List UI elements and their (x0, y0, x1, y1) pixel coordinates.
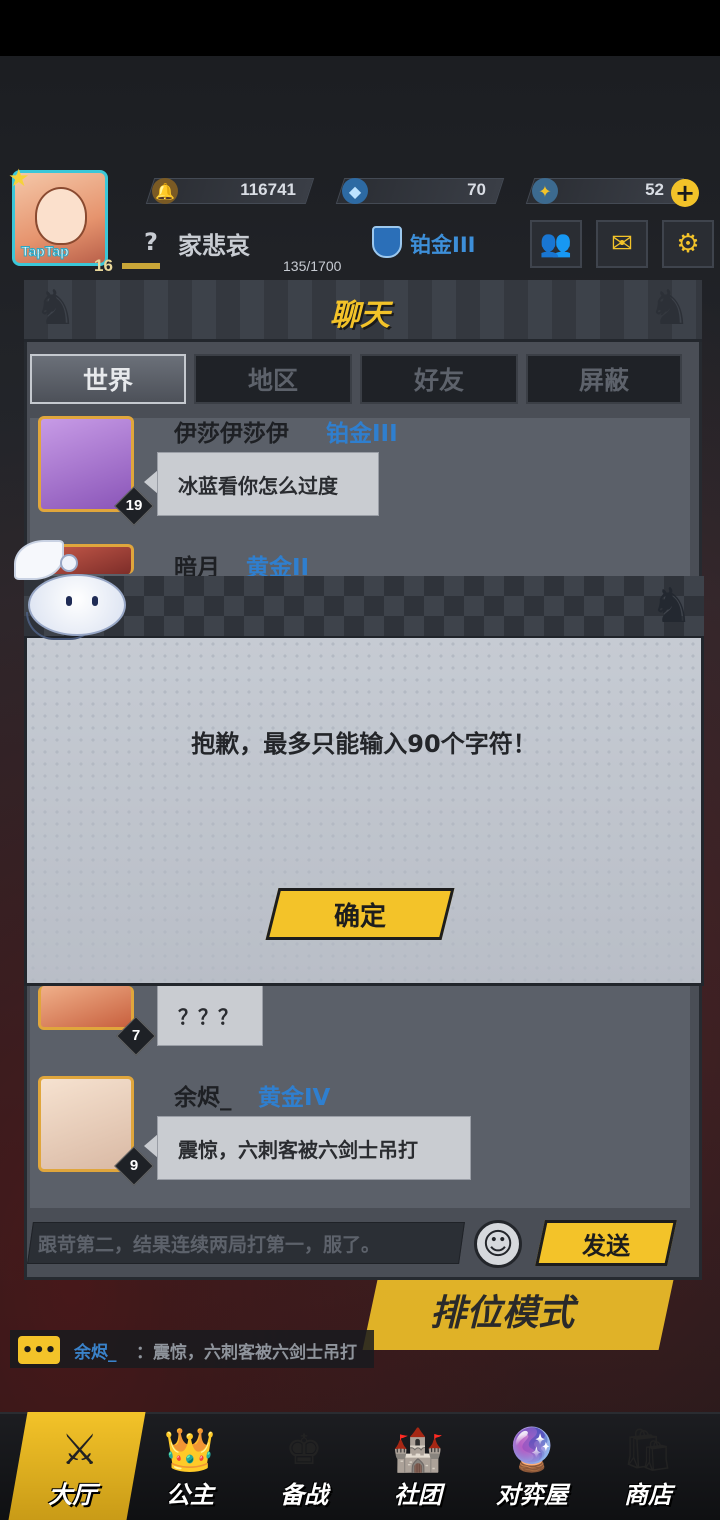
tab-region[interactable]: 地区 (194, 354, 352, 404)
message-avatar[interactable] (38, 416, 134, 512)
friends-button[interactable]: 👥 (530, 220, 582, 268)
player-rank: 铂金III (410, 233, 476, 257)
message-sender-name: 余烬_ (174, 1085, 232, 1111)
princess-icon: 👑 (163, 1425, 217, 1474)
swords-icon: ⚔ (60, 1425, 99, 1474)
nav-princess[interactable]: 👑 公主 (132, 1412, 248, 1520)
send-button-label[interactable]: 发送 (540, 1220, 672, 1266)
dialog-header (24, 576, 704, 638)
add-currency-button[interactable]: + (671, 179, 699, 207)
mail-icon: ✉ (611, 229, 633, 259)
message-avatar[interactable] (38, 1076, 134, 1172)
tab-friends[interactable]: 好友 (360, 354, 518, 404)
avatar-face (35, 187, 87, 245)
chat-bubble-icon: ••• (18, 1336, 60, 1364)
mascot-icon (28, 574, 126, 636)
emoji-button[interactable]: ☺ (474, 1220, 522, 1268)
nav-shop[interactable]: 🛍 商店 (590, 1412, 706, 1520)
bubble-tail (144, 470, 158, 494)
confirm-button-label[interactable]: 确定 (272, 888, 448, 940)
unknown-mark: ? (144, 228, 158, 256)
mascot-eye (92, 596, 98, 606)
tab-world[interactable]: 世界 (30, 354, 186, 404)
nav-club[interactable]: 🏰 社团 (360, 1412, 476, 1520)
settings-button[interactable]: ⚙ (662, 220, 714, 268)
chess-knight-icon: ♞ (650, 578, 694, 634)
ticker-message: ：震惊，六刺客被六剑士吊打 (136, 1343, 357, 1363)
mascot-antenna (60, 554, 78, 572)
chess-icon: ♚ (285, 1425, 323, 1474)
crystal-icon: ◆ (342, 178, 368, 204)
message-avatar[interactable] (38, 986, 134, 1030)
bubble-tail (144, 1134, 158, 1158)
nav-match-room[interactable]: 🔮 对弈屋 (474, 1412, 590, 1520)
star-icon: ★ (8, 164, 30, 192)
ticket-icon: ✦ (532, 178, 558, 204)
xp-text: 135/1700 (283, 258, 342, 274)
smiley-icon: ☺ (482, 1226, 514, 1262)
bell-coin-icon: 🔔 (152, 178, 178, 204)
nav-prepare[interactable]: ♚ 备战 (246, 1412, 362, 1520)
chat-input-text[interactable]: 跟苛第二，结果连续两局打第一，服了。 (38, 1230, 458, 1257)
status-bar-area (0, 0, 720, 56)
gear-icon: ⚙ (676, 229, 700, 259)
crystals-value: 70 (467, 180, 486, 199)
player-level: 16 (94, 256, 113, 275)
message-sender-rank: 黄金IV (258, 1085, 331, 1111)
shop-icon: 🛍 (621, 1425, 675, 1474)
crystal-ball-icon: 🔮 (505, 1425, 559, 1474)
message-bubble: ？？？ (157, 986, 263, 1046)
message-bubble: 冰蓝看你怎么过度 (157, 452, 379, 516)
player-name: 家悲哀 (178, 232, 250, 260)
avatar-brand-label: TapTap (21, 243, 70, 260)
mail-button[interactable]: ✉ (596, 220, 648, 268)
ticker-sender: 余烬_ (74, 1343, 117, 1363)
rank-mode-label: 排位模式 (430, 1293, 575, 1334)
castle-icon: 🏰 (391, 1425, 445, 1474)
message-sender-rank: 铂金III (326, 421, 398, 447)
message-bubble: 震惊，六刺客被六剑士吊打 (157, 1116, 471, 1180)
xp-progress-bar (122, 263, 160, 269)
rank-shield-icon (372, 226, 402, 258)
message-sender-name: 伊莎伊莎伊 (174, 421, 289, 447)
nav-lobby[interactable]: ⚔ 大厅 (8, 1412, 146, 1520)
mascot-eye (66, 596, 72, 606)
dialog-message: 抱歉，最多只能输入90个字符！ (191, 730, 537, 758)
friends-icon: 👥 (539, 229, 573, 259)
tickets-value: 52 (645, 180, 664, 199)
coins-value: 116741 (240, 180, 296, 199)
chat-title: 聊天 (330, 298, 390, 333)
tab-blocked[interactable]: 屏蔽 (526, 354, 682, 404)
